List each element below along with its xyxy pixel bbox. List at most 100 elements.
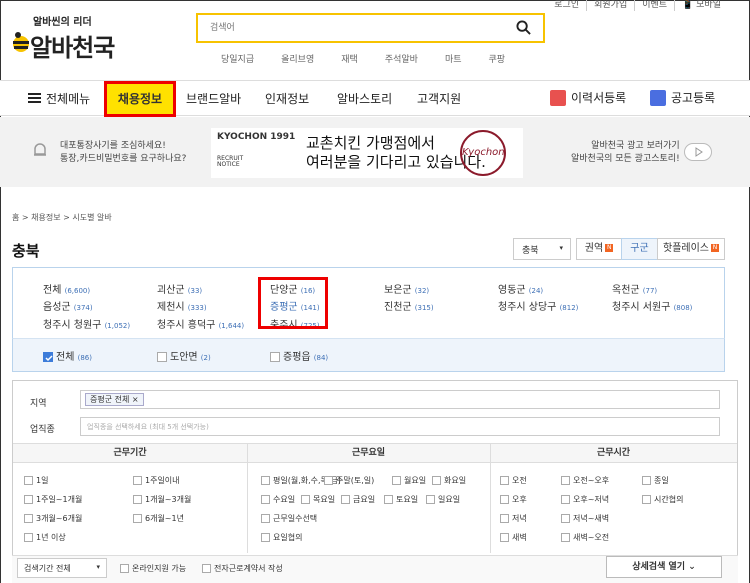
checkbox[interactable] xyxy=(261,495,270,504)
checkbox[interactable] xyxy=(642,495,651,504)
region-link[interactable]: 진천군 (315) xyxy=(384,298,434,313)
play-icon[interactable] xyxy=(684,143,712,161)
sub-region-checkbox[interactable]: 도안면 (2) xyxy=(157,348,211,363)
all-menu-button[interactable]: 전체메뉴 xyxy=(46,90,90,107)
checkbox[interactable] xyxy=(24,495,33,504)
checkbox[interactable] xyxy=(301,495,310,504)
job-input[interactable]: 업직종을 선택하세요 (최대 5개 선택가능) xyxy=(80,417,720,436)
tab-hotplace[interactable]: 핫플레이스 N xyxy=(657,238,725,260)
resume-button[interactable]: 이력서등록 xyxy=(550,89,626,106)
day-option[interactable]: 근무일수선택 xyxy=(261,513,317,524)
login-link[interactable]: 로그인 xyxy=(547,0,586,11)
nav-job-info[interactable]: 채용정보 xyxy=(104,81,176,117)
checkbox[interactable] xyxy=(133,514,142,523)
region-link[interactable]: 청주시 청원구 (1,052) xyxy=(43,316,130,331)
checkbox[interactable] xyxy=(261,514,270,523)
day-option[interactable]: 목요일 xyxy=(301,494,335,505)
sub-region-checkbox[interactable]: 증평읍 (84) xyxy=(270,348,328,363)
hamburger-icon[interactable] xyxy=(28,93,41,103)
time-option[interactable]: 종일 xyxy=(642,475,669,486)
period-option[interactable]: 3개월~6개월 xyxy=(24,513,82,524)
region-tag-field[interactable]: 증평군 전체 × xyxy=(80,390,720,409)
detail-search-button[interactable]: 상세검색 열기 ⌄ xyxy=(606,556,722,578)
sub-region-checkbox[interactable]: 전체 (86) xyxy=(43,348,92,363)
checkbox[interactable] xyxy=(500,495,509,504)
checkbox[interactable] xyxy=(324,476,333,485)
checkbox[interactable] xyxy=(426,495,435,504)
region-link[interactable]: 영동군 (24) xyxy=(498,281,543,296)
checkbox[interactable] xyxy=(341,495,350,504)
day-option[interactable]: 일요일 xyxy=(426,494,460,505)
checkbox[interactable] xyxy=(500,514,509,523)
period-option[interactable]: 6개월~1년 xyxy=(133,513,184,524)
nav-story[interactable]: 알바스토리 xyxy=(337,90,392,107)
search-icon[interactable] xyxy=(516,20,531,35)
checkbox[interactable] xyxy=(24,533,33,542)
quick-link[interactable]: 재택 xyxy=(341,52,358,65)
time-option[interactable]: 오후 xyxy=(500,494,527,505)
quick-link[interactable]: 마트 xyxy=(445,52,462,65)
time-option[interactable]: 새벽~오전 xyxy=(561,532,609,543)
tab-area[interactable]: 권역 N xyxy=(576,238,622,260)
quick-link[interactable]: 올리브영 xyxy=(281,52,314,65)
period-select[interactable]: 검색기간 전체 ▾ xyxy=(17,558,107,578)
day-option[interactable]: 요일협의 xyxy=(261,532,302,543)
day-option[interactable]: 주말(토,일) xyxy=(324,475,374,486)
checkbox[interactable] xyxy=(384,495,393,504)
nav-support[interactable]: 고객지원 xyxy=(417,90,461,107)
online-apply-checkbox[interactable]: 온라인지원 가능 xyxy=(120,563,186,574)
period-option[interactable]: 1년 이상 xyxy=(24,532,66,543)
period-option[interactable]: 1개월~3개월 xyxy=(133,494,191,505)
mobile-link[interactable]: 📱 모바일 xyxy=(674,0,728,11)
quick-link[interactable]: 당일지급 xyxy=(221,52,254,65)
day-option[interactable]: 금요일 xyxy=(341,494,375,505)
checkbox[interactable] xyxy=(561,514,570,523)
province-select[interactable]: 충북 ▾ xyxy=(513,238,571,260)
day-option[interactable]: 토요일 xyxy=(384,494,418,505)
checkbox[interactable] xyxy=(24,514,33,523)
event-link[interactable]: 이벤트 xyxy=(634,0,674,11)
region-link[interactable]: 보은군 (32) xyxy=(384,281,429,296)
time-option[interactable]: 시간협의 xyxy=(642,494,683,505)
day-option[interactable]: 수요일 xyxy=(261,494,295,505)
region-link[interactable]: 청주시 서원구 (808) xyxy=(612,298,692,313)
time-option[interactable]: 저녁 xyxy=(500,513,527,524)
ad-banner[interactable]: KYOCHON 1991 RECRUIT NOTICE 교촌치킨 가맹점에서 여러… xyxy=(211,128,523,178)
checkbox[interactable] xyxy=(157,352,167,362)
checkbox[interactable] xyxy=(561,533,570,542)
region-link[interactable]: 괴산군 (33) xyxy=(157,281,202,296)
time-option[interactable]: 저녁~새벽 xyxy=(561,513,609,524)
nav-talent[interactable]: 인재정보 xyxy=(265,90,309,107)
signup-link[interactable]: 회원가입 xyxy=(586,0,634,11)
checkbox[interactable] xyxy=(261,476,270,485)
checkbox[interactable] xyxy=(500,476,509,485)
checkbox[interactable] xyxy=(24,476,33,485)
checkbox[interactable] xyxy=(133,495,142,504)
checkbox[interactable] xyxy=(270,352,280,362)
time-option[interactable]: 오후~저녁 xyxy=(561,494,609,505)
region-link[interactable]: 음성군 (374) xyxy=(43,298,93,313)
time-option[interactable]: 오전~오후 xyxy=(561,475,609,486)
checkbox[interactable] xyxy=(500,533,509,542)
period-option[interactable]: 1주일~1개월 xyxy=(24,494,82,505)
e-contract-checkbox[interactable]: 전자근로계약서 작성 xyxy=(202,563,283,574)
checkbox[interactable] xyxy=(642,476,651,485)
time-option[interactable]: 새벽 xyxy=(500,532,527,543)
post-button[interactable]: 공고등록 xyxy=(650,89,715,106)
quick-link[interactable]: 쿠팡 xyxy=(489,52,506,65)
checkbox[interactable] xyxy=(120,564,129,573)
region-link[interactable]: 전체 (6,600) xyxy=(43,281,90,296)
checkbox[interactable] xyxy=(261,533,270,542)
region-link[interactable]: 청주시 상당구 (812) xyxy=(498,298,578,313)
tab-district[interactable]: 구군 xyxy=(621,238,658,260)
logo[interactable]: 알바천국 xyxy=(30,28,115,63)
region-link[interactable]: 옥천군 (77) xyxy=(612,281,657,296)
close-icon[interactable]: × xyxy=(132,395,139,404)
checkbox[interactable] xyxy=(561,495,570,504)
checkbox[interactable] xyxy=(561,476,570,485)
period-option[interactable]: 1일 xyxy=(24,475,48,486)
checkbox-checked[interactable] xyxy=(43,352,53,362)
period-option[interactable]: 1주일이내 xyxy=(133,475,180,486)
checkbox[interactable] xyxy=(202,564,211,573)
region-link[interactable]: 제천시 (333) xyxy=(157,298,207,313)
